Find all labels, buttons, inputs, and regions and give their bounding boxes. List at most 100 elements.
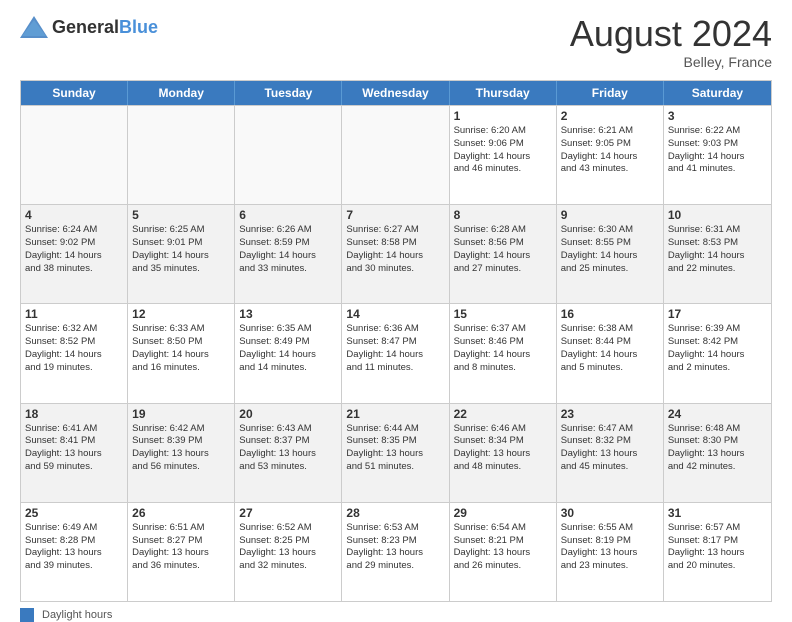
cell-info-line: and 8 minutes. [454, 362, 552, 375]
cell-info-line: Daylight: 14 hours [454, 250, 552, 263]
cell-info-line: Sunrise: 6:44 AM [346, 423, 444, 436]
cell-info-line: and 22 minutes. [668, 263, 767, 276]
cell-info-line: Sunrise: 6:31 AM [668, 224, 767, 237]
calendar-cell: 18Sunrise: 6:41 AMSunset: 8:41 PMDayligh… [21, 404, 128, 502]
day-of-week-wednesday: Wednesday [342, 81, 449, 105]
cell-info-line: Sunrise: 6:39 AM [668, 323, 767, 336]
cell-info-line: Sunset: 8:27 PM [132, 535, 230, 548]
day-number: 12 [132, 307, 230, 321]
calendar-cell: 25Sunrise: 6:49 AMSunset: 8:28 PMDayligh… [21, 503, 128, 601]
cell-info-line: Sunset: 8:21 PM [454, 535, 552, 548]
day-number: 10 [668, 208, 767, 222]
day-number: 19 [132, 407, 230, 421]
cell-info-line: Sunset: 8:47 PM [346, 336, 444, 349]
calendar-cell: 30Sunrise: 6:55 AMSunset: 8:19 PMDayligh… [557, 503, 664, 601]
day-of-week-monday: Monday [128, 81, 235, 105]
cell-info-line: and 32 minutes. [239, 560, 337, 573]
cell-info-line: and 30 minutes. [346, 263, 444, 276]
calendar-cell: 17Sunrise: 6:39 AMSunset: 8:42 PMDayligh… [664, 304, 771, 402]
cell-info-line: Sunset: 8:28 PM [25, 535, 123, 548]
calendar-header: SundayMondayTuesdayWednesdayThursdayFrid… [21, 81, 771, 105]
cell-info-line: Sunrise: 6:48 AM [668, 423, 767, 436]
cell-info-line: and 14 minutes. [239, 362, 337, 375]
cell-info-line: and 16 minutes. [132, 362, 230, 375]
cell-info-line: Sunset: 8:53 PM [668, 237, 767, 250]
cell-info-line: Sunset: 8:44 PM [561, 336, 659, 349]
cell-info-line: and 11 minutes. [346, 362, 444, 375]
cell-info-line: Sunset: 8:25 PM [239, 535, 337, 548]
cell-info-line: Sunset: 9:05 PM [561, 138, 659, 151]
cell-info-line: Daylight: 14 hours [25, 250, 123, 263]
cell-info-line: Daylight: 13 hours [668, 448, 767, 461]
day-of-week-thursday: Thursday [450, 81, 557, 105]
calendar-cell: 21Sunrise: 6:44 AMSunset: 8:35 PMDayligh… [342, 404, 449, 502]
day-number: 26 [132, 506, 230, 520]
cell-info-line: Daylight: 14 hours [561, 349, 659, 362]
cell-info-line: Daylight: 14 hours [668, 250, 767, 263]
cell-info-line: and 56 minutes. [132, 461, 230, 474]
calendar-cell: 26Sunrise: 6:51 AMSunset: 8:27 PMDayligh… [128, 503, 235, 601]
day-number: 13 [239, 307, 337, 321]
day-number: 11 [25, 307, 123, 321]
calendar-cell: 1Sunrise: 6:20 AMSunset: 9:06 PMDaylight… [450, 106, 557, 204]
day-number: 7 [346, 208, 444, 222]
calendar-cell: 5Sunrise: 6:25 AMSunset: 9:01 PMDaylight… [128, 205, 235, 303]
cell-info-line: Sunset: 8:42 PM [668, 336, 767, 349]
cell-info-line: Daylight: 13 hours [239, 547, 337, 560]
cell-info-line: Sunset: 9:01 PM [132, 237, 230, 250]
calendar-cell: 7Sunrise: 6:27 AMSunset: 8:58 PMDaylight… [342, 205, 449, 303]
day-number: 2 [561, 109, 659, 123]
cell-info-line: Daylight: 14 hours [561, 151, 659, 164]
cell-info-line: Sunset: 8:39 PM [132, 435, 230, 448]
cell-info-line: Daylight: 14 hours [346, 349, 444, 362]
cell-info-line: and 29 minutes. [346, 560, 444, 573]
day-number: 30 [561, 506, 659, 520]
cell-info-line: Sunrise: 6:46 AM [454, 423, 552, 436]
month-year: August 2024 [570, 16, 772, 52]
cell-info-line: Sunrise: 6:47 AM [561, 423, 659, 436]
header: GeneralBlue August 2024 Belley, France [20, 16, 772, 70]
cell-info-line: Sunrise: 6:51 AM [132, 522, 230, 535]
day-number: 9 [561, 208, 659, 222]
cell-info-line: and 2 minutes. [668, 362, 767, 375]
page: GeneralBlue August 2024 Belley, France S… [0, 0, 792, 612]
cell-info-line: Sunrise: 6:21 AM [561, 125, 659, 138]
cell-info-line: and 48 minutes. [454, 461, 552, 474]
cell-info-line: Sunset: 8:46 PM [454, 336, 552, 349]
cell-info-line: Sunset: 8:35 PM [346, 435, 444, 448]
calendar-cell: 27Sunrise: 6:52 AMSunset: 8:25 PMDayligh… [235, 503, 342, 601]
cell-info-line: and 38 minutes. [25, 263, 123, 276]
cell-info-line: Daylight: 13 hours [132, 448, 230, 461]
logo-general: General [52, 17, 119, 37]
calendar-cell: 31Sunrise: 6:57 AMSunset: 8:17 PMDayligh… [664, 503, 771, 601]
day-number: 16 [561, 307, 659, 321]
calendar-cell: 16Sunrise: 6:38 AMSunset: 8:44 PMDayligh… [557, 304, 664, 402]
cell-info-line: and 20 minutes. [668, 560, 767, 573]
calendar-cell: 24Sunrise: 6:48 AMSunset: 8:30 PMDayligh… [664, 404, 771, 502]
cell-info-line: and 45 minutes. [561, 461, 659, 474]
cell-info-line: Sunrise: 6:30 AM [561, 224, 659, 237]
cell-info-line: and 5 minutes. [561, 362, 659, 375]
day-number: 29 [454, 506, 552, 520]
cell-info-line: Sunset: 8:23 PM [346, 535, 444, 548]
calendar-week-4: 18Sunrise: 6:41 AMSunset: 8:41 PMDayligh… [21, 403, 771, 502]
cell-info-line: Sunrise: 6:57 AM [668, 522, 767, 535]
day-number: 25 [25, 506, 123, 520]
legend-label: Daylight hours [42, 609, 112, 621]
day-number: 22 [454, 407, 552, 421]
day-of-week-sunday: Sunday [21, 81, 128, 105]
cell-info-line: Sunrise: 6:28 AM [454, 224, 552, 237]
cell-info-line: and 26 minutes. [454, 560, 552, 573]
location: Belley, France [570, 54, 772, 70]
calendar-body: 1Sunrise: 6:20 AMSunset: 9:06 PMDaylight… [21, 105, 771, 601]
cell-info-line: and 51 minutes. [346, 461, 444, 474]
calendar-week-3: 11Sunrise: 6:32 AMSunset: 8:52 PMDayligh… [21, 303, 771, 402]
calendar-week-1: 1Sunrise: 6:20 AMSunset: 9:06 PMDaylight… [21, 105, 771, 204]
cell-info-line: Daylight: 13 hours [239, 448, 337, 461]
cell-info-line: Daylight: 14 hours [25, 349, 123, 362]
cell-info-line: Sunset: 9:03 PM [668, 138, 767, 151]
day-number: 4 [25, 208, 123, 222]
cell-info-line: Daylight: 14 hours [239, 349, 337, 362]
cell-info-line: Sunrise: 6:32 AM [25, 323, 123, 336]
cell-info-line: and 53 minutes. [239, 461, 337, 474]
